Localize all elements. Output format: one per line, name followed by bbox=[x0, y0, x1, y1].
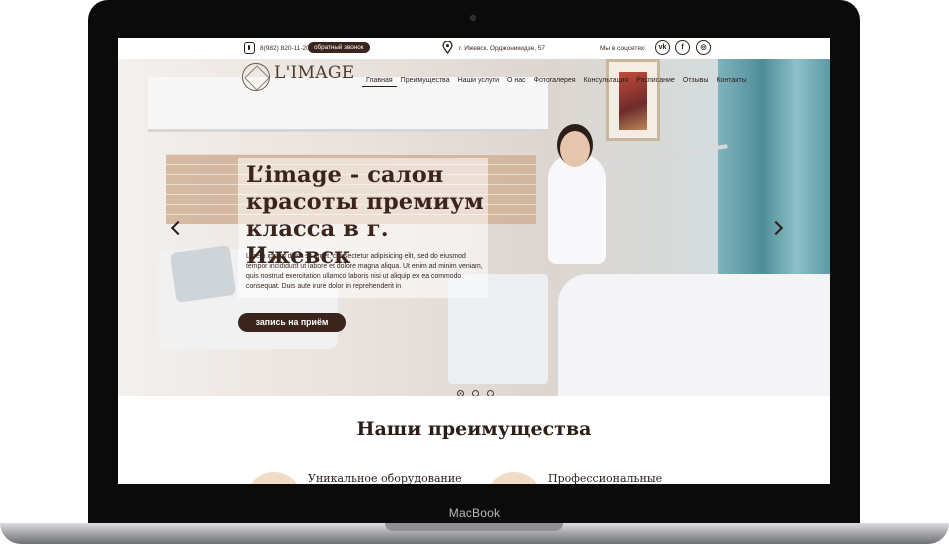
nav-item-reviews[interactable]: Отзывы bbox=[679, 75, 713, 87]
nav-item-schedule[interactable]: Расписание bbox=[632, 75, 679, 87]
advantage-icon bbox=[246, 472, 302, 484]
location-pin-icon bbox=[442, 41, 453, 54]
instagram-icon[interactable]: ◎ bbox=[696, 40, 711, 55]
hero-bg-machine-screen bbox=[169, 245, 237, 303]
website-screen: 8(982) 820-11-20 обратный звонок г. Ижев… bbox=[118, 38, 830, 484]
facebook-icon[interactable]: f bbox=[675, 40, 690, 55]
advantage-title: Профессиональные bbox=[548, 472, 663, 484]
device-brand-label: MacBook bbox=[448, 506, 501, 520]
hero-bg-painting bbox=[606, 59, 660, 141]
advantage-title: Уникальное оборудование bbox=[308, 472, 462, 484]
nav-item-advantages[interactable]: Преимущества bbox=[397, 75, 454, 87]
hero-bg-cosmetologist bbox=[548, 154, 606, 264]
social-label: Мы в соцсетях: bbox=[600, 45, 646, 52]
laptop-notch bbox=[385, 523, 563, 531]
slider-dot[interactable] bbox=[472, 390, 479, 396]
nav-item-gallery[interactable]: Фотогалерея bbox=[530, 75, 580, 87]
nav-item-consultation[interactable]: Консультация bbox=[580, 75, 633, 87]
appointment-button[interactable]: запись на приём bbox=[238, 313, 346, 332]
address-text: г. Ижевск, Орджоникидзе, 57 bbox=[459, 45, 546, 52]
hero-slider: L’image - салон красоты премиум класса в… bbox=[118, 59, 830, 396]
advantage-icon bbox=[486, 472, 542, 484]
hero-bg-lamp bbox=[588, 144, 728, 168]
logo-text: L'IMAGE bbox=[274, 63, 355, 83]
callback-button[interactable]: обратный звонок bbox=[308, 42, 370, 53]
top-bar: 8(982) 820-11-20 обратный звонок г. Ижев… bbox=[118, 38, 830, 59]
advantages-title: Наши преимущества bbox=[356, 418, 592, 440]
nav-item-contacts[interactable]: Контакты bbox=[712, 75, 750, 87]
logo-emblem-icon bbox=[242, 63, 270, 91]
main-nav: Главная Преимущества Наши услуги О нас Ф… bbox=[362, 75, 751, 87]
slider-dot[interactable] bbox=[457, 390, 464, 396]
phone-icon bbox=[244, 42, 255, 54]
site-logo[interactable]: L'IMAGE bbox=[242, 61, 354, 97]
slider-dot[interactable] bbox=[487, 390, 494, 396]
slider-dots bbox=[457, 390, 494, 396]
camera-icon bbox=[470, 15, 476, 21]
hero-bg-head bbox=[560, 131, 590, 167]
hero-description: Lorem ipsum dolor sit amet, consectetur … bbox=[246, 253, 483, 290]
nav-item-about[interactable]: О нас bbox=[503, 75, 530, 87]
phone-number[interactable]: 8(982) 820-11-20 bbox=[260, 45, 310, 52]
vk-icon[interactable]: vk bbox=[655, 40, 670, 55]
nav-item-home[interactable]: Главная bbox=[362, 75, 397, 87]
nav-item-services[interactable]: Наши услуги bbox=[454, 75, 503, 87]
hero-bg-bed bbox=[558, 274, 830, 396]
